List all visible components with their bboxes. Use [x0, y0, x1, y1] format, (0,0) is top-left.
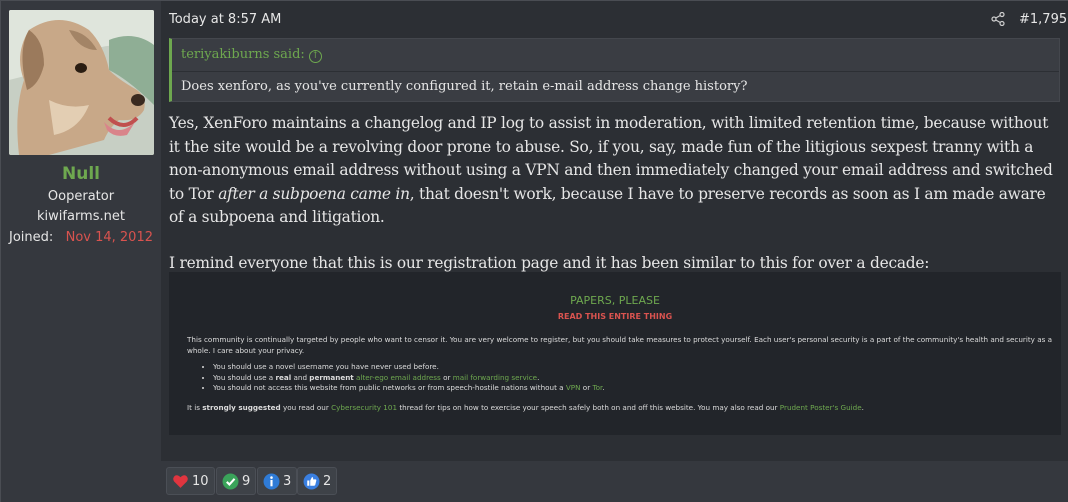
link[interactable]: VPN — [566, 383, 581, 392]
thumbs-up-icon — [303, 473, 320, 489]
dog-avatar-icon — [9, 10, 154, 155]
post-body-paragraph-1: Yes, XenForo maintains a changelog and I… — [169, 112, 1061, 230]
reaction-thumbs-up[interactable]: 2 — [297, 467, 338, 495]
quote-divider — [172, 71, 1059, 72]
message: Null Ooperator kiwifarms.net Joined: Nov… — [0, 0, 1068, 502]
embed-title: PAPERS, PLEASE — [570, 294, 660, 307]
embed-intro: This community is continually targeted b… — [187, 335, 1053, 355]
reaction-count: 9 — [242, 473, 251, 489]
quote-block: teriyakiburns said: ↑ Does xenforo, as yo… — [169, 38, 1060, 102]
link[interactable]: alter-ego email address — [356, 373, 441, 382]
avatar[interactable] — [9, 10, 154, 155]
link[interactable]: Cybersecurity 101 — [331, 403, 397, 412]
joined-date: Nov 14, 2012 — [65, 230, 153, 245]
user-sidebar: Null Ooperator kiwifarms.net Joined: Nov… — [1, 1, 161, 502]
post-body-italic: after a subpoena came in — [218, 184, 410, 203]
list-item: You should use a novel username you have… — [213, 362, 1047, 373]
heart-icon — [173, 474, 188, 488]
username[interactable]: Null — [1, 164, 161, 184]
reaction-heart[interactable]: 10 — [166, 467, 215, 495]
link[interactable]: Prudent Poster's Guide — [780, 403, 862, 412]
text: strongly suggested — [202, 403, 281, 412]
user-title: Ooperator — [47, 189, 115, 204]
reaction-check[interactable]: 9 — [216, 467, 257, 495]
post-number[interactable]: #1,795 — [1019, 12, 1067, 27]
reaction-count: 3 — [283, 473, 292, 489]
text: you read our — [280, 403, 332, 412]
embed-list: You should use a novel username you have… — [207, 362, 1047, 394]
text: thread for tips on how to exercise your … — [397, 403, 780, 412]
text: . — [861, 403, 864, 412]
message-main: Today at 8:57 AM #1,795 teriyakiburns sa… — [161, 1, 1068, 461]
user-site: kiwifarms.net — [37, 209, 125, 224]
quote-header[interactable]: teriyakiburns said: ↑ — [181, 47, 322, 63]
share-icon[interactable] — [991, 12, 1005, 26]
text: real — [275, 372, 292, 382]
text: or — [580, 383, 593, 392]
text: You should not access this website from … — [213, 383, 566, 392]
list-item: You should use a real and permanent alte… — [213, 373, 1047, 384]
link[interactable]: mail forwarding service — [453, 373, 537, 382]
text: . — [602, 383, 605, 392]
info-icon — [263, 473, 280, 489]
embed-subtitle: READ THIS ENTIRE THING — [557, 312, 673, 321]
check-icon — [222, 473, 239, 489]
text: or — [440, 372, 453, 382]
link[interactable]: Tor — [592, 383, 602, 392]
joined-label: Joined: — [9, 230, 54, 245]
list-item: You should not access this website from … — [213, 383, 1047, 394]
reaction-info[interactable]: 3 — [257, 467, 298, 495]
reaction-count: 10 — [192, 473, 209, 489]
quote-text: Does xenforo, as you've currently config… — [181, 79, 748, 94]
text: It is — [187, 403, 203, 412]
text: and — [291, 372, 310, 382]
text: permanent — [309, 372, 354, 382]
reaction-count: 2 — [323, 473, 332, 489]
reactions-bar: 10 9 3 2 — [161, 461, 1068, 502]
text: . — [537, 372, 540, 382]
post-date[interactable]: Today at 8:57 AM — [169, 12, 281, 27]
arrow-up-icon[interactable]: ↑ — [308, 50, 322, 63]
embed-footer: It is strongly suggested you read our Cy… — [187, 403, 1057, 412]
quote-author[interactable]: teriyakiburns said: — [181, 47, 305, 62]
registration-screenshot: PAPERS, PLEASE READ THIS ENTIRE THING Th… — [169, 272, 1061, 435]
text: You should use a — [213, 372, 276, 382]
